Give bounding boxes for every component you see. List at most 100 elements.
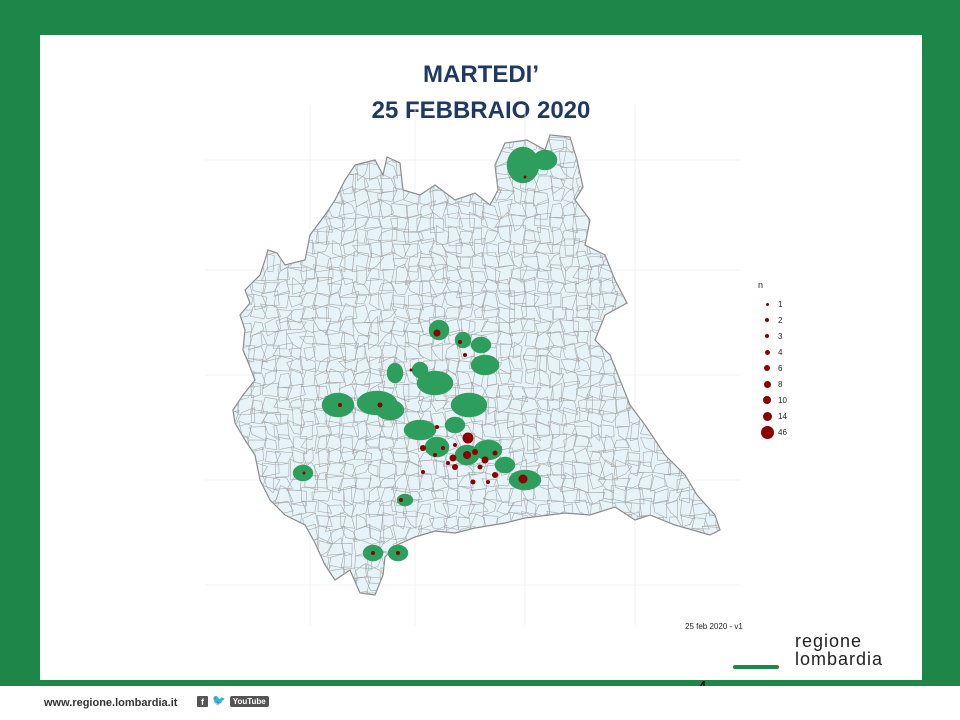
- municipality-cell: [351, 135, 371, 154]
- municipality-cell: [318, 149, 332, 163]
- municipality-cell: [649, 216, 671, 232]
- municipality-cell: [640, 315, 658, 337]
- municipality-cell: [716, 577, 720, 595]
- municipality-cell: [233, 553, 237, 570]
- municipality-cell: [624, 278, 644, 299]
- municipality-cell: [693, 563, 706, 584]
- logo-bar: [733, 665, 779, 669]
- municipality-cell: [662, 268, 683, 284]
- municipality-cell: [470, 173, 487, 194]
- municipality-cell: [586, 528, 606, 545]
- municipality-cell: [715, 472, 720, 490]
- municipality-cell: [703, 280, 720, 295]
- municipality-cell: [233, 198, 256, 221]
- municipality-cell: [250, 517, 266, 532]
- case-marker: [409, 368, 413, 372]
- municipality-cell: [233, 434, 238, 455]
- municipality-cell: [706, 419, 720, 440]
- facebook-icon[interactable]: f: [197, 696, 208, 707]
- municipality-cell: [652, 549, 667, 570]
- municipality-cell: [653, 329, 670, 347]
- municipality-cell: [233, 278, 241, 298]
- municipality-cell: [701, 553, 720, 569]
- case-marker: [452, 464, 458, 470]
- municipality-cell: [288, 537, 305, 558]
- municipality-cell: [252, 135, 265, 143]
- municipality-cell: [625, 373, 644, 387]
- municipality-cell: [237, 264, 248, 286]
- municipality-cell: [469, 135, 485, 142]
- municipality-cell: [703, 135, 720, 138]
- municipality-cell: [611, 537, 630, 557]
- case-marker: [420, 445, 426, 451]
- municipality-cell: [419, 592, 437, 595]
- municipality-cell: [233, 213, 242, 233]
- municipality-cell: [238, 539, 251, 554]
- municipality-cell: [701, 592, 720, 595]
- municipality-cell: [289, 175, 305, 190]
- municipality-cell: [652, 277, 667, 295]
- municipality-cell: [691, 422, 709, 440]
- municipality-cell: [667, 254, 683, 270]
- municipality-cell: [640, 162, 652, 180]
- municipality-cell: [585, 591, 603, 595]
- municipality-cell: [663, 407, 684, 428]
- municipality-cell: [612, 342, 633, 359]
- municipality-cell: [664, 135, 685, 140]
- municipality-cell: [638, 370, 658, 389]
- municipality-cell: [508, 579, 525, 595]
- slide-title-day: MARTEDI’: [423, 61, 539, 88]
- municipality-cell: [563, 538, 576, 555]
- municipality-cell: [233, 146, 240, 169]
- municipality-cell: [262, 575, 279, 595]
- municipality-cell: [702, 199, 720, 218]
- municipality-cell: [233, 290, 240, 311]
- municipality-cell: [599, 552, 617, 570]
- municipality-cell: [664, 225, 681, 244]
- municipality-cell: [277, 575, 294, 595]
- municipality-cell: [275, 212, 288, 233]
- twitter-icon[interactable]: 🐦: [212, 696, 226, 707]
- municipality-cell: [559, 577, 576, 595]
- municipality-cell: [470, 135, 484, 152]
- municipality-cell: [584, 159, 606, 176]
- municipality-cell: [469, 540, 484, 556]
- youtube-icon[interactable]: YouTube: [229, 696, 269, 707]
- municipality-cell: [628, 344, 646, 360]
- municipality-cell: [233, 449, 240, 466]
- municipality-cell: [705, 538, 720, 555]
- slide: MARTEDI’ 25 FEBBRAIO 2020 n 1 2 3 4 6 8 10 14 46…: [40, 35, 922, 680]
- municipality-cell: [637, 239, 657, 257]
- municipality-cell: [233, 332, 239, 345]
- municipality-cell: [693, 387, 708, 400]
- municipality-cell: [484, 135, 500, 140]
- municipality-cell: [617, 137, 630, 152]
- municipality-cell: [512, 536, 527, 557]
- municipality-cell: [718, 199, 720, 219]
- municipality-cell: [272, 135, 292, 155]
- municipality-cell: [233, 346, 242, 363]
- municipality-cell: [481, 530, 501, 545]
- municipality-cell: [303, 550, 320, 570]
- municipality-cell: [434, 152, 448, 167]
- municipality-cell: [319, 591, 328, 595]
- municipality-cell: [691, 302, 707, 322]
- municipality-cell: [263, 590, 278, 595]
- municipality-cell: [273, 591, 289, 595]
- municipality-cell: [693, 375, 711, 386]
- municipality-cell: [678, 305, 693, 321]
- website-link[interactable]: www.regione.lombardia.it: [44, 697, 177, 709]
- municipality-cell: [653, 538, 669, 559]
- municipality-cell: [290, 593, 306, 595]
- affected-municipality: [450, 392, 488, 418]
- municipality-cell: [638, 593, 656, 595]
- municipality-cell: [702, 242, 720, 258]
- municipality-cell: [654, 355, 671, 376]
- municipality-cell: [272, 228, 294, 246]
- municipality-cell: [520, 593, 535, 595]
- municipality-cell: [714, 135, 720, 140]
- municipality-cell: [642, 201, 657, 215]
- municipality-cell: [328, 594, 343, 595]
- municipality-cell: [389, 135, 410, 142]
- municipality-cell: [312, 135, 333, 139]
